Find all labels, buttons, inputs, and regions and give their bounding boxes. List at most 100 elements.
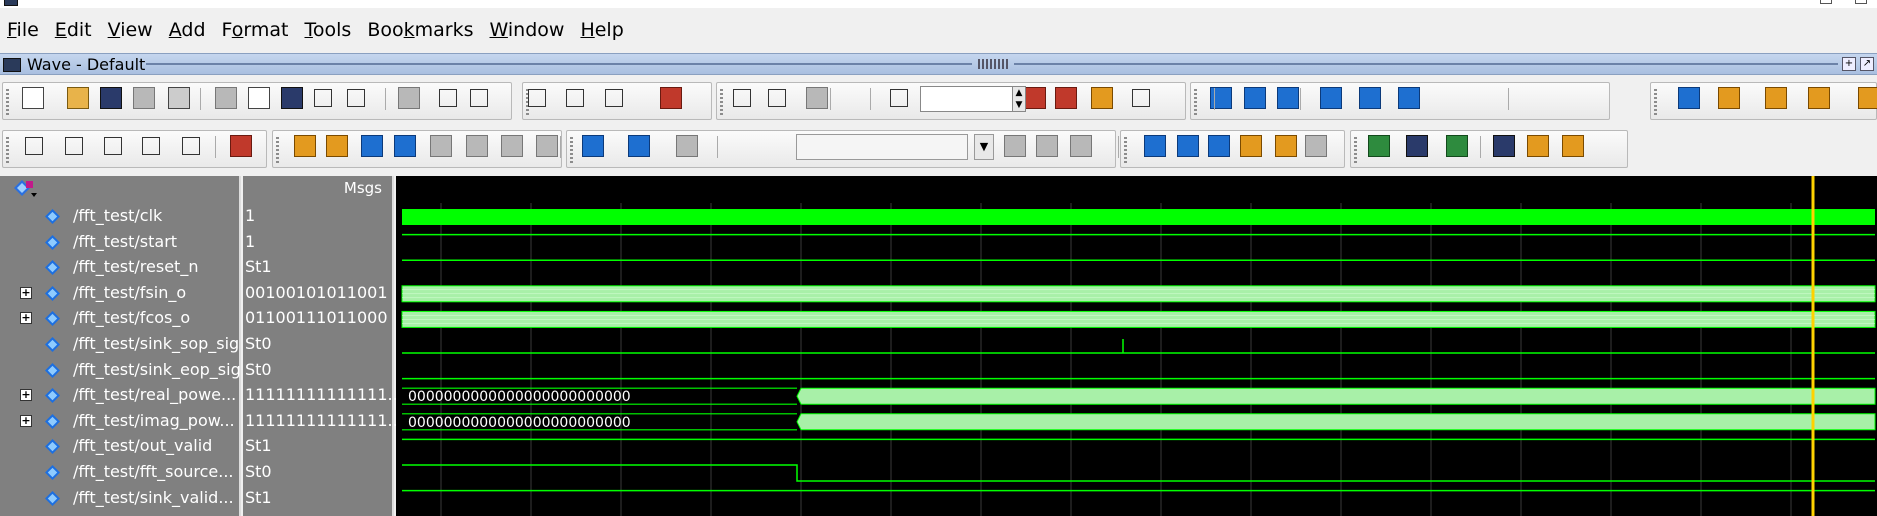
- signal-value-row[interactable]: St1: [243, 486, 392, 511]
- cursor-mode-icon[interactable]: [142, 137, 160, 155]
- signal-value-row[interactable]: 11111111111111...: [243, 383, 403, 408]
- step-over-dd-icon[interactable]: [1398, 87, 1420, 109]
- zoom-full-icon[interactable]: [1208, 135, 1230, 157]
- edge-dd-icon[interactable]: [536, 135, 558, 157]
- break-icon[interactable]: [528, 89, 546, 107]
- sim-icon[interactable]: [398, 87, 420, 109]
- edge-right-icon[interactable]: [394, 135, 416, 157]
- wave-style-6-icon[interactable]: [1562, 135, 1584, 157]
- insert-cursor-icon[interactable]: [104, 137, 122, 155]
- reload-icon[interactable]: [133, 87, 155, 109]
- run-length-icon[interactable]: [890, 89, 908, 107]
- signal-value-row[interactable]: St1: [243, 255, 392, 280]
- signal-value-row[interactable]: 1: [243, 230, 392, 255]
- signal-color-icon[interactable]: [230, 135, 252, 157]
- print-icon[interactable]: [168, 87, 190, 109]
- minimize-icon[interactable]: [1820, 0, 1832, 4]
- undo-icon[interactable]: [314, 89, 332, 107]
- edge-falling-icon[interactable]: [430, 135, 452, 157]
- wave-style-1-icon[interactable]: [1368, 135, 1390, 157]
- signal-row[interactable]: + /fft_test/real_powe...: [0, 383, 239, 408]
- signal-row[interactable]: /fft_test/start: [0, 230, 239, 255]
- right-arrow-icon[interactable]: [806, 87, 828, 109]
- expand-toggle-icon[interactable]: +: [20, 414, 32, 427]
- panel-grip-left[interactable]: [146, 63, 972, 65]
- stop-icon[interactable]: [1055, 87, 1077, 109]
- cursor-next-edge-icon[interactable]: [326, 135, 348, 157]
- menu-tools[interactable]: Tools: [305, 19, 352, 41]
- panel-grip-center[interactable]: [978, 59, 1008, 69]
- delete-icon[interactable]: [660, 87, 682, 109]
- format-icon[interactable]: [470, 89, 488, 107]
- time-step-spinner[interactable]: ▲ ▼: [1012, 86, 1026, 112]
- edge-rising-icon[interactable]: [466, 135, 488, 157]
- expand-toggle-icon[interactable]: +: [20, 389, 32, 402]
- step-icon[interactable]: [566, 89, 584, 107]
- signal-value-row[interactable]: 00100101011001: [243, 281, 392, 306]
- layout-4-icon[interactable]: [1858, 87, 1877, 109]
- signal-values-pane[interactable]: 1 1 St1 00100101011001 01100111011000 St0 St0 1…: [243, 203, 403, 516]
- signal-value-row[interactable]: 1: [243, 204, 392, 229]
- step-out-icon[interactable]: [1320, 87, 1342, 109]
- cursor-prev-edge-icon[interactable]: [294, 135, 316, 157]
- signal-row[interactable]: /fft_test/reset_n: [0, 255, 239, 280]
- layout-1-icon[interactable]: [1718, 87, 1740, 109]
- signal-value-row[interactable]: 11111111111111...: [243, 409, 403, 434]
- signal-row[interactable]: + /fft_test/imag_pow...: [0, 409, 239, 434]
- zoom-range-icon[interactable]: [1275, 135, 1297, 157]
- wave-style-2-icon[interactable]: [1406, 135, 1428, 157]
- wave-style-5-icon[interactable]: [1527, 135, 1549, 157]
- step-out-dd-icon[interactable]: [1678, 87, 1700, 109]
- edit-mode-icon[interactable]: [182, 137, 200, 155]
- signal-value-row[interactable]: St0: [243, 460, 392, 485]
- signal-row[interactable]: /fft_test/sink_eop_sig: [0, 358, 241, 383]
- panel-undock-icon[interactable]: ↗: [1860, 57, 1874, 71]
- up-arrow-icon[interactable]: [733, 89, 751, 107]
- expand-toggle-icon[interactable]: +: [20, 286, 32, 299]
- step-into-dd-icon[interactable]: [1359, 87, 1381, 109]
- menu-edit[interactable]: Edit: [55, 19, 92, 41]
- zoom-last-icon[interactable]: [1305, 135, 1327, 157]
- left-arrow-icon[interactable]: [768, 89, 786, 107]
- open-folder-icon[interactable]: [67, 87, 89, 109]
- redo-icon[interactable]: [347, 89, 365, 107]
- edge-any-icon[interactable]: [501, 135, 523, 157]
- break-sim-icon[interactable]: [1024, 87, 1046, 109]
- signal-add-icon[interactable]: [13, 179, 37, 199]
- menu-add[interactable]: Add: [169, 19, 206, 41]
- menu-format[interactable]: Format: [222, 19, 289, 41]
- menu-view[interactable]: View: [108, 19, 153, 41]
- menu-help[interactable]: Help: [580, 19, 623, 41]
- menu-window[interactable]: Window: [490, 19, 565, 41]
- copy-icon[interactable]: [248, 87, 270, 109]
- zoom-in-icon[interactable]: [1144, 135, 1166, 157]
- waveform-canvas[interactable]: 0000000000000000000000000 000000000000000…: [396, 203, 1877, 516]
- new-doc-icon[interactable]: [22, 87, 44, 109]
- layout-2-icon[interactable]: [1765, 87, 1787, 109]
- save-icon[interactable]: [100, 87, 122, 109]
- wave-style-4-icon[interactable]: [1493, 135, 1515, 157]
- menu-file[interactable]: File: [7, 19, 39, 41]
- paste-icon[interactable]: [281, 87, 303, 109]
- step-over-icon[interactable]: [605, 89, 623, 107]
- signal-value-row[interactable]: St0: [243, 358, 392, 383]
- search-prev-icon[interactable]: [1004, 135, 1026, 157]
- search-input[interactable]: [796, 134, 968, 160]
- search-next-icon[interactable]: [1036, 135, 1058, 157]
- signal-row[interactable]: + /fft_test/fcos_o: [0, 306, 239, 331]
- zoom-cursor-icon[interactable]: [1240, 135, 1262, 157]
- select-pointer-icon[interactable]: [25, 137, 43, 155]
- compile-icon[interactable]: [1132, 89, 1150, 107]
- signal-row[interactable]: /fft_test/clk: [0, 204, 239, 229]
- signal-names-pane[interactable]: /fft_test/clk/fft_test/start/fft_test/re…: [0, 203, 241, 516]
- panel-zoom-icon[interactable]: +: [1842, 57, 1856, 71]
- find-icon[interactable]: [439, 89, 457, 107]
- signal-row[interactable]: /fft_test/sink_sop_sig: [0, 332, 239, 357]
- time-step-input[interactable]: [920, 86, 1018, 112]
- edge-left-icon[interactable]: [361, 135, 383, 157]
- zoom-out-icon[interactable]: [1177, 135, 1199, 157]
- signal-row[interactable]: /fft_test/sink_valid...: [0, 486, 239, 511]
- search-dropdown[interactable]: ▼: [974, 134, 994, 160]
- search-options-icon[interactable]: [1070, 135, 1092, 157]
- step-into-icon[interactable]: [1244, 87, 1266, 109]
